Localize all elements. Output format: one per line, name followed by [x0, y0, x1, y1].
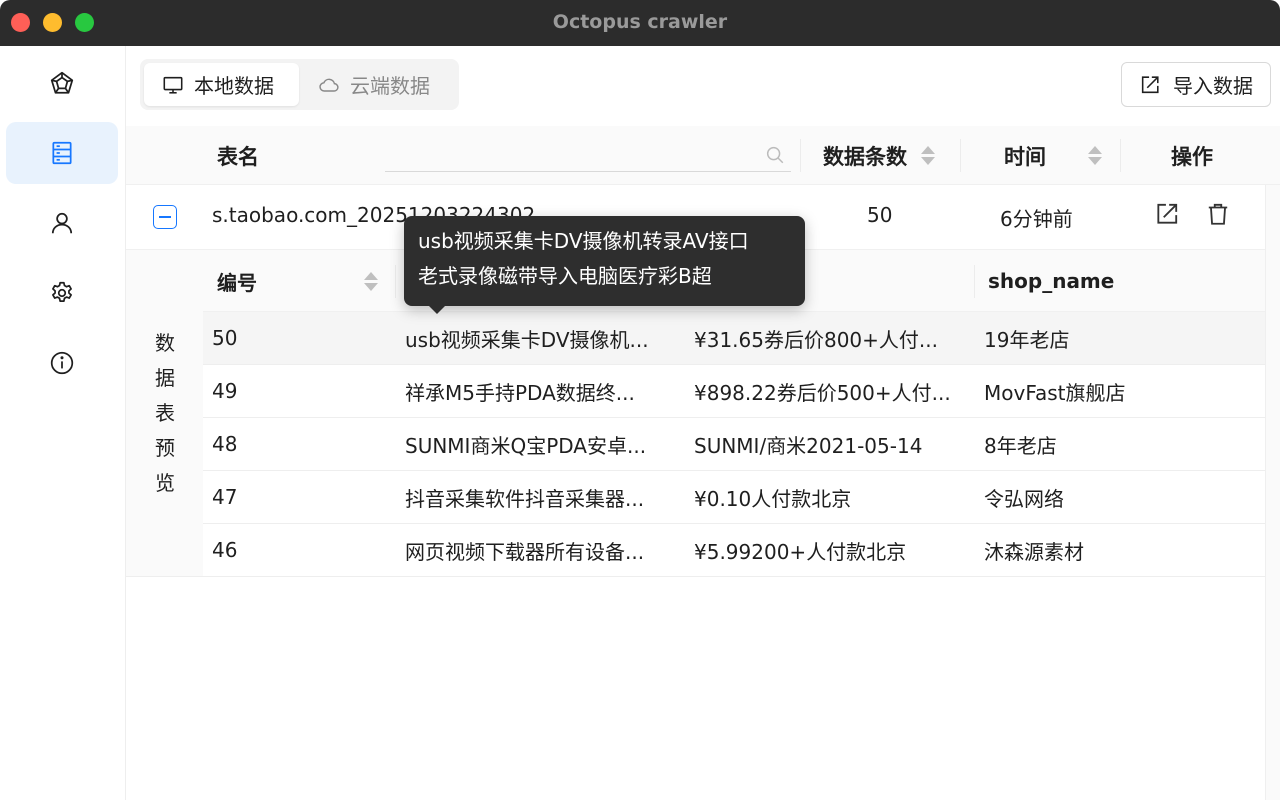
sort-icon[interactable]	[1088, 146, 1102, 165]
header-record-count-label: 数据条数	[823, 144, 907, 169]
table-name-search-input[interactable]	[385, 171, 791, 172]
import-data-button[interactable]: 导入数据	[1121, 62, 1271, 107]
header-time[interactable]: 时间	[1004, 126, 1102, 185]
data-preview-label: 数 据 表 预 览	[150, 326, 180, 501]
preview-title-cell: 网页视频下载器所有设备...	[405, 539, 645, 564]
preview-label-char: 表	[155, 401, 175, 425]
header-time-label: 时间	[1004, 144, 1046, 169]
sort-icon[interactable]	[364, 271, 378, 291]
title-bar: Octopus crawler	[0, 0, 1280, 46]
preview-price-cell: ¥31.65券后价800+人付...	[694, 327, 938, 352]
preview-shop-cell: 沐森源素材	[984, 539, 1084, 564]
header-table-name: 表名	[217, 144, 259, 169]
main-content: 本地数据 云端数据 导入数据 表名 数据条数 时间 操作 s.taobao.co…	[126, 46, 1280, 800]
tab-label: 云端数据	[350, 74, 430, 98]
preview-table-row[interactable]: 50 usb视频采集卡DV摄像机... ¥31.65券后价800+人付... 1…	[203, 312, 1265, 365]
preview-header-id[interactable]: 编号	[217, 250, 378, 312]
tooltip-line: usb视频采集卡DV摄像机转录AV接口	[418, 229, 749, 253]
preview-id-cell: 47	[212, 485, 238, 509]
tab-label: 本地数据	[194, 74, 274, 98]
preview-shop-cell: 8年老店	[984, 433, 1057, 458]
preview-shop-cell: 令弘网络	[984, 486, 1064, 511]
window-title: Octopus crawler	[552, 11, 728, 33]
info-icon	[50, 351, 74, 375]
tab-cloud-data[interactable]: 云端数据	[300, 63, 455, 106]
nav-item-data[interactable]	[6, 122, 118, 184]
collapse-row-button[interactable]	[153, 205, 177, 229]
database-icon	[52, 141, 72, 165]
preview-label-char: 数	[155, 331, 175, 355]
tooltip-line: 老式录像磁带导入电脑医疗彩B超	[418, 264, 712, 288]
preview-id-cell: 50	[212, 326, 238, 350]
column-separator	[960, 139, 961, 172]
preview-id-cell: 49	[212, 379, 238, 403]
preview-shop-cell: 19年老店	[984, 327, 1070, 352]
tooltip-arrow	[428, 305, 446, 314]
preview-table-row[interactable]: 49 祥承M5手持PDA数据终... ¥898.22券后价500+人付... M…	[203, 365, 1265, 418]
preview-price-cell: ¥5.99200+人付款北京	[694, 539, 907, 564]
header-actions: 操作	[1171, 144, 1213, 169]
preview-title-cell: 抖音采集软件抖音采集器...	[405, 486, 645, 511]
preview-title-cell: SUNMI商米Q宝PDA安卓...	[405, 433, 647, 458]
preview-label-char: 览	[155, 471, 175, 495]
column-separator	[974, 265, 975, 298]
nav-item-settings[interactable]	[6, 262, 118, 324]
preview-title-cell: 祥承M5手持PDA数据终...	[405, 380, 635, 405]
gear-icon	[52, 281, 72, 302]
cloud-icon	[319, 78, 339, 92]
preview-price-cell: ¥898.22券后价500+人付...	[694, 380, 951, 405]
column-separator	[395, 265, 396, 298]
preview-header-shop-name: shop_name	[988, 269, 1115, 293]
export-icon[interactable]	[1154, 201, 1180, 227]
nav-item-user[interactable]	[6, 192, 118, 254]
search-icon[interactable]	[764, 144, 786, 166]
preview-id-cell: 48	[212, 432, 238, 456]
title-tooltip: usb视频采集卡DV摄像机转录AV接口 老式录像磁带导入电脑医疗彩B超	[404, 216, 805, 306]
user-icon	[51, 212, 73, 234]
tab-local-data[interactable]: 本地数据	[144, 63, 299, 106]
nav-item-about[interactable]	[6, 332, 118, 394]
table-scrollbar[interactable]	[1265, 185, 1280, 800]
column-separator	[1120, 139, 1121, 172]
preview-table-row[interactable]: 46 网页视频下载器所有设备... ¥5.99200+人付款北京 沐森源素材	[203, 524, 1265, 577]
pentagon-logo-icon	[50, 71, 74, 94]
preview-table-row[interactable]: 47 抖音采集软件抖音采集器... ¥0.10人付款北京 令弘网络	[203, 471, 1265, 524]
preview-price-cell: SUNMI/商米2021-05-14	[694, 433, 923, 458]
preview-id-cell: 46	[212, 538, 238, 562]
sidebar	[0, 46, 126, 800]
record-count-cell: 50	[867, 203, 893, 227]
monitor-icon	[163, 76, 183, 94]
preview-title-cell: usb视频采集卡DV摄像机...	[405, 327, 649, 352]
preview-label-char: 据	[155, 366, 175, 390]
trash-icon[interactable]	[1205, 201, 1231, 227]
data-source-tabs: 本地数据 云端数据	[140, 59, 459, 110]
preview-shop-cell: MovFast旗舰店	[984, 380, 1126, 405]
preview-label-char: 预	[155, 436, 175, 460]
header-record-count[interactable]: 数据条数	[823, 126, 935, 185]
preview-header-id-label: 编号	[217, 270, 257, 295]
time-cell: 6分钟前	[1000, 207, 1073, 231]
preview-price-cell: ¥0.10人付款北京	[694, 486, 852, 511]
preview-table-row[interactable]: 48 SUNMI商米Q宝PDA安卓... SUNMI/商米2021-05-14 …	[203, 418, 1265, 471]
import-button-label: 导入数据	[1173, 74, 1253, 98]
column-separator	[800, 139, 801, 172]
sort-icon[interactable]	[921, 146, 935, 165]
nav-item-home[interactable]	[6, 52, 118, 114]
export-box-icon	[1141, 75, 1159, 93]
table-header: 表名 数据条数 时间 操作	[126, 126, 1280, 185]
